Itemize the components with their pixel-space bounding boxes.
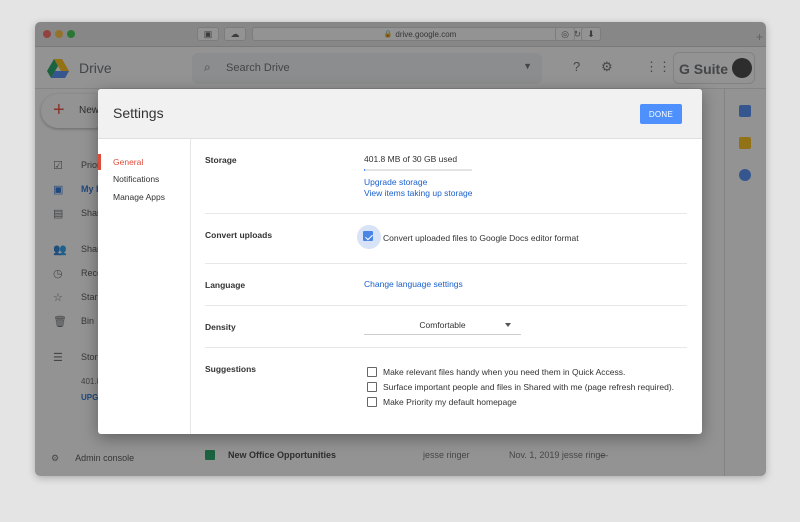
settings-nav: General Notifications Manage Apps [98,139,191,434]
dialog-title: Settings [113,105,164,121]
density-select[interactable]: Comfortable [364,317,521,335]
divider [205,213,687,214]
divider [205,347,687,348]
divider [205,263,687,264]
storage-progress-fill [364,169,366,171]
quick-access-text: Make relevant files handy when you need … [383,367,626,377]
view-items-link[interactable]: View items taking up storage [364,188,473,198]
chevron-down-icon [505,323,511,327]
tab-notifications[interactable]: Notifications [113,174,159,184]
convert-uploads-label: Convert uploads [205,230,273,240]
storage-label: Storage [205,155,237,165]
language-label: Language [205,280,246,290]
priority-homepage-checkbox[interactable] [367,397,377,407]
density-value: Comfortable [419,320,466,330]
upgrade-storage-link[interactable]: Upgrade storage [364,177,427,187]
density-label: Density [205,322,236,332]
storage-progress-bar [364,169,472,171]
settings-body: Storage 401.8 MB of 30 GB used Upgrade s… [191,139,702,434]
tab-manage-apps[interactable]: Manage Apps [113,192,165,202]
surface-people-text: Surface important people and files in Sh… [383,382,675,392]
convert-uploads-text: Convert uploaded files to Google Docs ed… [383,233,579,243]
convert-uploads-checkbox[interactable] [363,231,373,241]
surface-people-checkbox[interactable] [367,382,377,392]
done-button[interactable]: DONE [640,104,682,124]
dialog-header: Settings DONE [98,89,702,139]
divider [205,305,687,306]
quick-access-checkbox[interactable] [367,367,377,377]
active-tab-marker [98,154,101,170]
settings-dialog: Settings DONE General Notifications Mana… [98,89,702,434]
tab-general[interactable]: General [113,157,143,167]
checkbox-focus-ring [357,225,381,249]
storage-used-text: 401.8 MB of 30 GB used [364,154,458,164]
change-language-link[interactable]: Change language settings [364,279,463,289]
suggestions-label: Suggestions [205,364,257,374]
priority-homepage-text: Make Priority my default homepage [383,397,517,407]
browser-window: ▣ ☁ 🔒 drive.google.com ↻ ◎ ⬇ + Drive ⌕ S… [35,22,766,476]
